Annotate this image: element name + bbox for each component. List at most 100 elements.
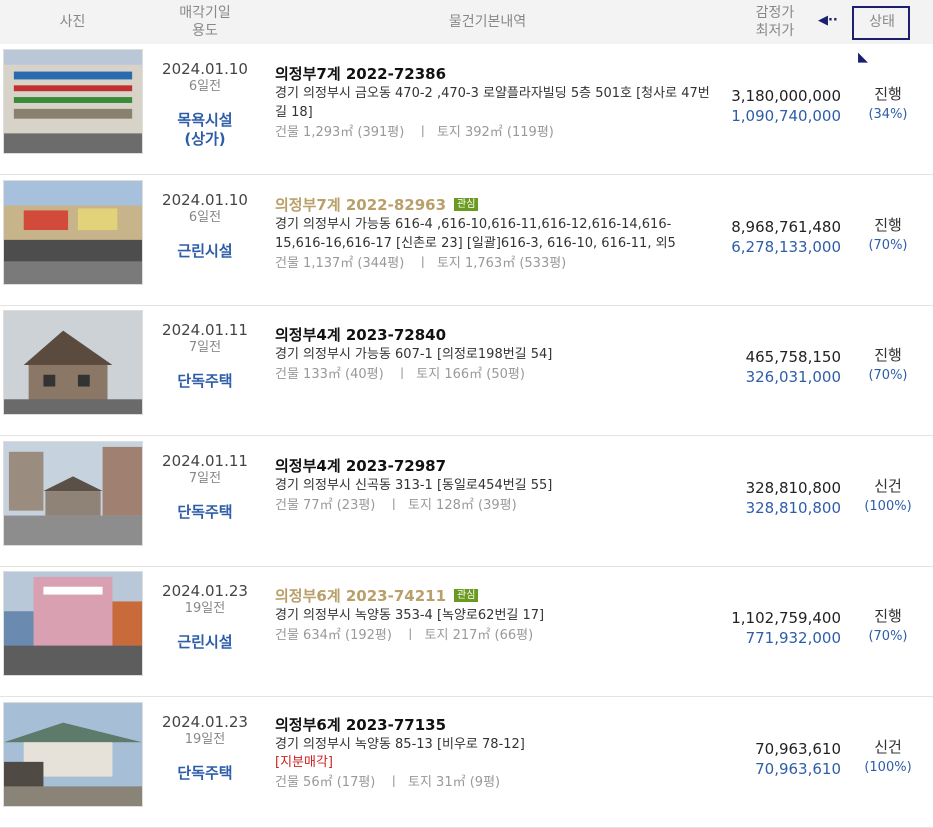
dotted-arrow-left-icon: ◀·· [818, 13, 838, 28]
property-photo[interactable] [3, 310, 143, 415]
status-cell: 진행 (70%) [852, 215, 924, 256]
header-photo-label: 사진 [59, 14, 86, 30]
property-use: 근린시설 [177, 241, 233, 260]
property-photo[interactable] [3, 179, 143, 285]
days-ago: 7일전 [188, 470, 222, 486]
auction-date: 2024.01.10 [162, 190, 248, 209]
table-row[interactable]: 2024.01.11 7일전단독주택 의정부4계 2023-72840 경기 의정부시… [0, 305, 933, 436]
header-date-label: 매각기일 [179, 5, 231, 21]
info-cell: 의정부7계 2022-82963 관심 경기 의정부시 가능동 616-4 ,616… [275, 195, 715, 273]
auction-date: 2024.01.11 [162, 451, 248, 470]
status-cell: 신건 (100%) [852, 737, 924, 778]
status-text: 진행 [874, 346, 902, 364]
appraisal-price: 328,810,800 [745, 478, 841, 497]
date-cell: 2024.01.10 6일전 목욕시설 (상가) [145, 59, 265, 149]
info-cell: 의정부7계 2022-72386 경기 의정부시 금오동 470-2 ,470-3… [275, 64, 715, 142]
status-text: 진행 [874, 215, 902, 234]
header-minimum-label: 최저가 [755, 23, 795, 39]
days-ago: 6일전 [188, 79, 222, 94]
property-photo[interactable] [3, 49, 143, 154]
minimum-price: 771,932,000 [745, 629, 841, 647]
info-cell: 의정부4계 2023-72840 경기 의정부시 가능동 607-1 [의정로19… [275, 325, 715, 384]
appraisal-price: 8,968,761,480 [731, 217, 841, 236]
date-cell: 2024.01.11 7일전단독주택 [145, 320, 265, 391]
area-info: 건물 1,137㎡ (344평) ㅣ 토지 1,763㎡ (533평) [275, 255, 567, 271]
favorite-badge: 관심 [454, 589, 479, 602]
status-cell: 진행 (34%) [852, 84, 924, 125]
property-photo[interactable] [3, 440, 143, 546]
price-cell: 1,102,759,400 771,932,000 [705, 608, 841, 648]
case-number-link[interactable]: 의정부4계 2023-72840 [275, 325, 715, 345]
days-ago: 19일전 [184, 601, 226, 616]
status-cell: 진행 (70%) [852, 606, 924, 647]
auction-date: 2024.01.11 [162, 321, 248, 339]
property-use: 단독주택 [177, 763, 233, 782]
status-cell: 신건 (100%) [852, 476, 924, 517]
date-cell: 2024.01.23 19일전근린시설 [145, 581, 265, 652]
table-row[interactable]: 2024.01.10 6일전근린시설 의정부7계 2022-82963 관심 경기 의정… [0, 175, 933, 306]
appraisal-price: 1,102,759,400 [731, 609, 841, 627]
header-photo: 사진 [0, 0, 145, 44]
area-info: 건물 634㎡ (192평) ㅣ 토지 217㎡ (66평) [275, 628, 534, 643]
case-number[interactable]: 의정부7계 2022-82963 [275, 196, 446, 214]
area-info: 건물 77㎡ (23평) ㅣ 토지 128㎡ (39평) [275, 497, 517, 513]
property-photo[interactable] [3, 571, 143, 676]
price-ratio: (70%) [868, 629, 908, 644]
auction-date: 2024.01.23 [162, 582, 248, 600]
case-number-link[interactable]: 의정부6계 2023-74211 관심 [275, 586, 715, 606]
info-cell: 의정부4계 2023-72987 경기 의정부시 신곡동 313-1 [동일로45… [275, 456, 715, 515]
header-appraisal-label: 감정가 [755, 5, 795, 21]
property-use: 단독주택 [177, 372, 233, 390]
price-ratio: (100%) [864, 498, 912, 514]
info-cell: 의정부6계 2023-77135 경기 의정부시 녹양동 85-13 [비우로 7… [275, 715, 715, 792]
price-cell: 8,968,761,480 6,278,133,000 [705, 217, 841, 257]
address: 경기 의정부시 가능동 607-1 [의정로198번길 54] [275, 347, 553, 362]
days-ago: 6일전 [188, 209, 222, 225]
address: 경기 의정부시 녹양동 353-4 [녹양로62번길 17] [275, 608, 545, 623]
price-ratio: (34%) [868, 107, 908, 122]
days-ago: 7일전 [188, 340, 222, 355]
address: 경기 의정부시 녹양동 85-13 [비우로 78-12] [275, 736, 525, 752]
case-number[interactable]: 의정부6계 2023-74211 [275, 587, 446, 605]
address: 경기 의정부시 신곡동 313-1 [동일로454번길 55] [275, 477, 553, 493]
date-cell: 2024.01.11 7일전단독주택 [145, 451, 265, 522]
table-row[interactable]: 2024.01.23 19일전 단독주택 의정부6계 2023-77135 경기 의정부… [0, 697, 933, 828]
address: 경기 의정부시 가능동 616-4 ,616-10,616-11,616-12,… [275, 216, 676, 251]
date-cell: 2024.01.23 19일전 단독주택 [145, 712, 265, 783]
case-number[interactable]: 의정부4계 2023-72840 [275, 326, 446, 344]
case-number-link[interactable]: 의정부6계 2023-77135 [275, 715, 715, 735]
case-number[interactable]: 의정부7계 2022-72386 [275, 65, 446, 83]
status-text: 신건 [874, 737, 902, 756]
price-ratio: (100%) [864, 759, 912, 775]
info-cell: 의정부6계 2023-74211 관심경기 의정부시 녹양동 353-4 [녹양로… [275, 586, 715, 645]
table-row[interactable]: 2024.01.10 6일전 목욕시설 (상가) 의정부7계 2022-72386 경기… [0, 44, 933, 175]
price-cell: 3,180,000,000 1,090,740,000 [705, 86, 841, 126]
case-number[interactable]: 의정부4계 2023-72987 [275, 457, 446, 475]
area-info: 건물 133㎡ (40평) ㅣ 토지 166㎡ (50평) [275, 367, 525, 382]
case-number-link[interactable]: 의정부7계 2022-82963 관심 [275, 195, 715, 215]
property-photo[interactable] [3, 701, 143, 807]
status-text: 진행 [874, 85, 902, 103]
area-info: 건물 56㎡ (17평) ㅣ 토지 31㎡ (9평) [275, 774, 501, 790]
minimum-price: 70,963,610 [755, 759, 841, 778]
table-row[interactable]: 2024.01.11 7일전단독주택 의정부4계 2023-72987 경기 의정부시… [0, 436, 933, 567]
address: 경기 의정부시 금오동 470-2 ,470-3 로얄플라자빌딩 5층 501호… [275, 86, 710, 120]
case-number-link[interactable]: 의정부7계 2022-72386 [275, 64, 715, 84]
property-use: 단독주택 [177, 502, 233, 521]
header-date-use[interactable]: 매각기일 용도 [145, 0, 265, 44]
status-highlight-box [852, 6, 910, 40]
header-use-label: 용도 [192, 23, 218, 39]
minimum-price: 1,090,740,000 [731, 107, 841, 125]
minimum-price: 328,810,800 [745, 498, 841, 517]
property-use: 근린시설 [177, 633, 233, 651]
appraisal-price: 465,758,150 [745, 348, 841, 366]
header-info-label: 물건기본내역 [448, 14, 527, 30]
table-row[interactable]: 2024.01.23 19일전근린시설 의정부6계 2023-74211 관심경기 의… [0, 566, 933, 697]
price-ratio: (70%) [868, 237, 908, 253]
case-number[interactable]: 의정부6계 2023-77135 [275, 716, 446, 734]
share-sale-note: [지분매각] [275, 754, 333, 770]
price-cell: 70,963,610 70,963,610 [705, 739, 841, 779]
auction-date: 2024.01.10 [162, 60, 248, 78]
appraisal-price: 3,180,000,000 [731, 87, 841, 105]
case-number-link[interactable]: 의정부4계 2023-72987 [275, 456, 715, 476]
